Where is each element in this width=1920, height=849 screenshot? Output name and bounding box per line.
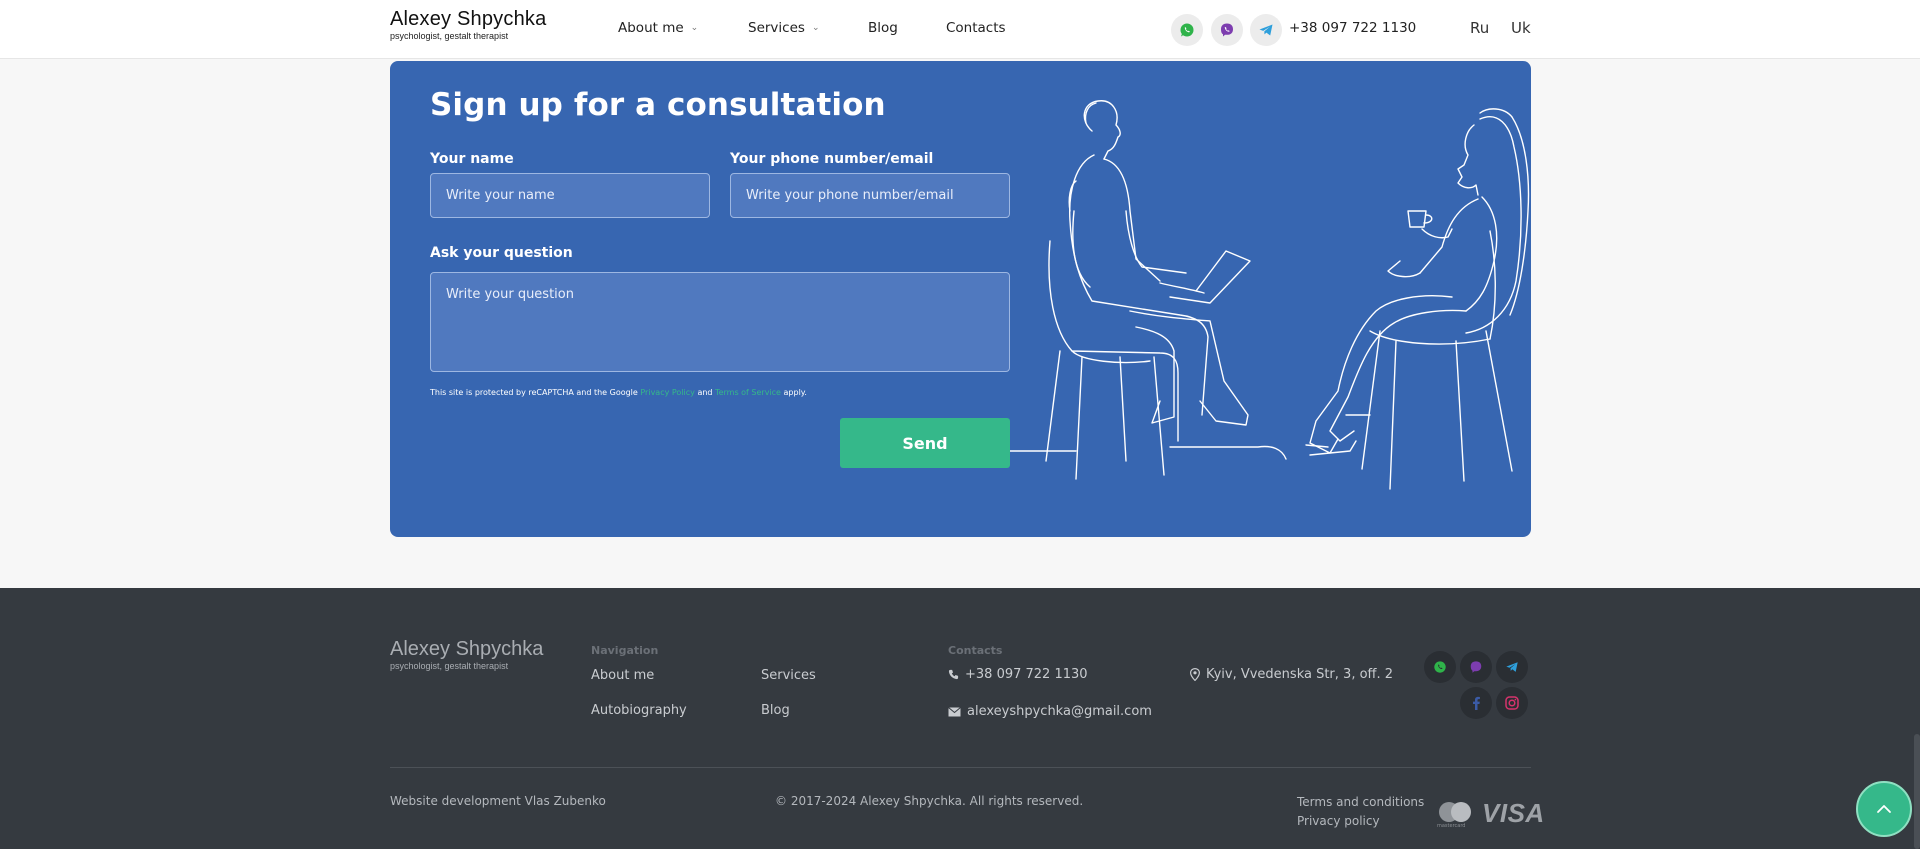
viber-icon bbox=[1470, 661, 1482, 673]
recaptcha-suffix: apply. bbox=[780, 388, 807, 397]
footer-logo-subtitle: psychologist, gestalt therapist bbox=[390, 661, 509, 671]
footer-instagram-button[interactable] bbox=[1496, 687, 1528, 719]
name-input[interactable] bbox=[430, 173, 710, 218]
footer-logo-name[interactable]: Alexey Shpychka bbox=[390, 638, 543, 661]
site-header: Alexey Shpychka psychologist, gestalt th… bbox=[0, 0, 1920, 59]
scroll-to-top-button[interactable] bbox=[1856, 781, 1912, 837]
lang-uk[interactable]: Uk bbox=[1511, 19, 1531, 37]
terms-of-service-link[interactable]: Terms of Service bbox=[715, 388, 781, 397]
footer-link-blog[interactable]: Blog bbox=[761, 703, 790, 718]
footer-viber-button[interactable] bbox=[1460, 651, 1492, 683]
nav-services[interactable]: Services ⌄ bbox=[748, 20, 819, 36]
copyright: © 2017-2024 Alexey Shpychka. All rights … bbox=[775, 794, 1084, 808]
phone-email-label: Your phone number/email bbox=[730, 151, 934, 167]
website-development-credit[interactable]: Website development Vlas Zubenko bbox=[390, 794, 606, 808]
consultation-title: Sign up for a consultation bbox=[430, 87, 886, 123]
location-pin-icon bbox=[1190, 668, 1200, 681]
footer-email-text: alexeyshpychka@gmail.com bbox=[967, 704, 1152, 719]
recaptcha-and: and bbox=[694, 388, 716, 397]
logo-subtitle: psychologist, gestalt therapist bbox=[390, 31, 509, 41]
recaptcha-notice: This site is protected by reCAPTCHA and … bbox=[430, 388, 807, 397]
footer-facebook-button[interactable] bbox=[1460, 687, 1492, 719]
footer-address-text: Kyiv, Vvedenska Str, 3, off. 2 bbox=[1206, 667, 1394, 682]
footer-navigation-heading: Navigation bbox=[591, 644, 659, 657]
nav-blog-label: Blog bbox=[868, 20, 898, 36]
whatsapp-button[interactable] bbox=[1171, 14, 1203, 46]
telegram-icon bbox=[1259, 24, 1273, 36]
footer-telegram-button[interactable] bbox=[1496, 651, 1528, 683]
footer-email[interactable]: alexeyshpychka@gmail.com bbox=[948, 704, 1152, 719]
footer-phone[interactable]: +38 097 722 1130 bbox=[948, 667, 1088, 682]
phone-email-input[interactable] bbox=[730, 173, 1010, 218]
privacy-policy-link[interactable]: Privacy Policy bbox=[640, 388, 695, 397]
nav-about-me-label: About me bbox=[618, 20, 684, 36]
consultation-illustration bbox=[1010, 100, 1530, 490]
viber-button[interactable] bbox=[1211, 14, 1243, 46]
whatsapp-icon bbox=[1180, 23, 1194, 37]
send-button[interactable]: Send bbox=[840, 418, 1010, 468]
chevron-up-icon bbox=[1877, 805, 1891, 813]
privacy-policy-footer-link[interactable]: Privacy policy bbox=[1297, 814, 1380, 828]
question-label: Ask your question bbox=[430, 245, 573, 261]
footer-link-about[interactable]: About me bbox=[591, 668, 654, 683]
footer-link-services[interactable]: Services bbox=[761, 668, 816, 683]
lang-ru[interactable]: Ru bbox=[1470, 19, 1489, 37]
footer-divider bbox=[390, 767, 1531, 768]
terms-and-conditions-link[interactable]: Terms and conditions bbox=[1297, 795, 1424, 809]
phone-icon bbox=[948, 669, 959, 680]
recaptcha-prefix: This site is protected by reCAPTCHA and … bbox=[430, 388, 641, 397]
whatsapp-icon bbox=[1434, 661, 1446, 673]
footer-contacts-heading: Contacts bbox=[948, 644, 1003, 657]
visa-logo: VISA bbox=[1482, 798, 1545, 828]
chevron-down-icon: ⌄ bbox=[811, 23, 820, 33]
footer-link-autobiography[interactable]: Autobiography bbox=[591, 703, 687, 718]
nav-services-label: Services bbox=[748, 20, 805, 36]
question-textarea[interactable] bbox=[430, 272, 1010, 372]
footer-phone-text: +38 097 722 1130 bbox=[965, 667, 1088, 682]
footer-whatsapp-button[interactable] bbox=[1424, 651, 1456, 683]
telegram-icon bbox=[1506, 662, 1518, 672]
instagram-icon bbox=[1505, 696, 1519, 710]
viber-icon bbox=[1221, 23, 1233, 37]
name-label: Your name bbox=[430, 151, 514, 167]
mail-icon bbox=[948, 706, 961, 716]
facebook-icon bbox=[1473, 696, 1480, 710]
chevron-down-icon: ⌄ bbox=[690, 23, 699, 33]
footer-address: Kyiv, Vvedenska Str, 3, off. 2 bbox=[1190, 667, 1393, 682]
telegram-button[interactable] bbox=[1250, 14, 1282, 46]
consultation-card: Sign up for a consultation Your name You… bbox=[390, 61, 1531, 537]
site-footer: Alexey Shpychka psychologist, gestalt th… bbox=[0, 588, 1920, 849]
mastercard-label: mastercard bbox=[1437, 823, 1466, 829]
nav-contacts[interactable]: Contacts bbox=[946, 20, 1006, 36]
header-phone[interactable]: +38 097 722 1130 bbox=[1289, 20, 1416, 36]
nav-contacts-label: Contacts bbox=[946, 20, 1006, 36]
nav-about-me[interactable]: About me ⌄ bbox=[618, 20, 698, 36]
nav-blog[interactable]: Blog bbox=[868, 20, 898, 36]
page-scrollbar[interactable] bbox=[1914, 734, 1920, 849]
logo-name[interactable]: Alexey Shpychka bbox=[390, 8, 546, 31]
